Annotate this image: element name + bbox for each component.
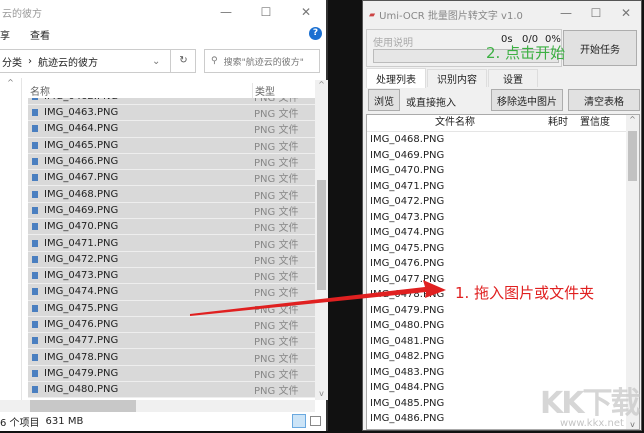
step2-annotation: 2. 点击开始 <box>486 44 566 62</box>
watermark-url: www.kkx.net <box>560 418 624 429</box>
annotation-arrow <box>190 280 446 316</box>
step1-annotation: 1. 拖入图片或文件夹 <box>455 284 595 302</box>
watermark-logo: KK下载 <box>540 386 640 421</box>
